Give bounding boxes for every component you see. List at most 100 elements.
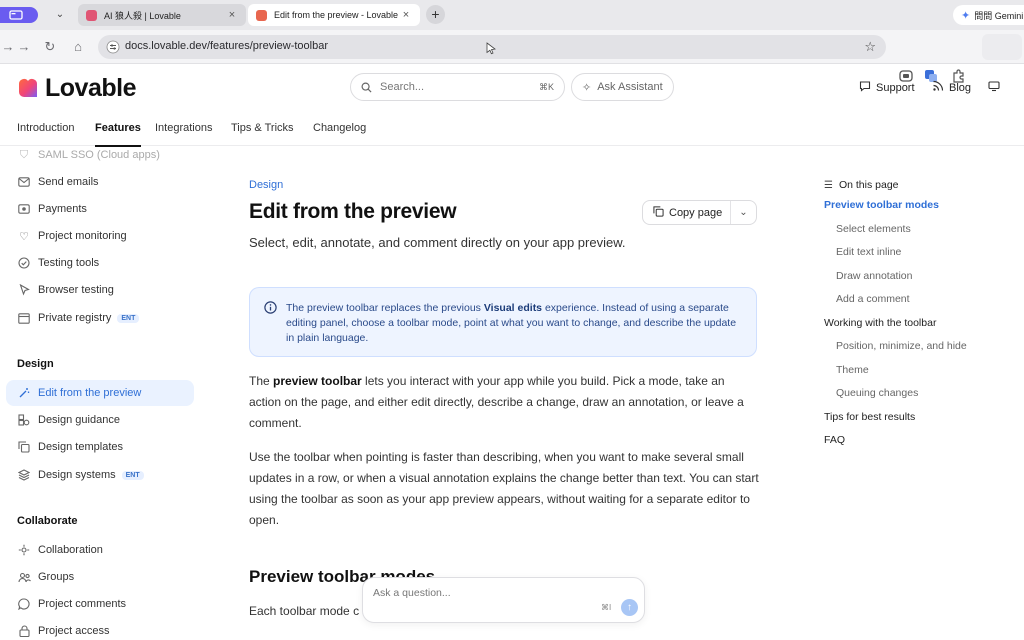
ask-shortcut: ⌘I (601, 603, 612, 612)
intro-paragraph: The preview toolbar lets you interact wi… (249, 371, 759, 434)
reload-icon[interactable]: ↻ (42, 39, 58, 55)
sidebar-item-label: Edit from the preview (38, 387, 142, 399)
gemini-button[interactable]: ✦ 問問 Gemini (953, 5, 1024, 25)
sidebar-item-send-emails[interactable]: Send emails (17, 173, 99, 191)
ask-assistant-button[interactable]: ✧ Ask Assistant (571, 73, 674, 101)
toc-item-preview-toolbar-modes[interactable]: Preview toolbar modes (824, 199, 939, 211)
sidebar-item-label: Groups (38, 571, 75, 583)
chat-bubble-icon (859, 80, 871, 95)
tab-list-chevron-icon[interactable]: ⌄ (53, 8, 67, 22)
top-nav-tabs: Introduction Features Integrations Tips … (0, 112, 1024, 147)
blog-link[interactable]: Blog (932, 80, 971, 95)
lock-icon (17, 624, 31, 638)
browser-tab-1[interactable]: AI 狼人殺 | Lovable × (78, 4, 246, 26)
sidebar-item-design-templates[interactable]: Design templates (17, 438, 123, 456)
close-tab-icon[interactable]: × (226, 9, 238, 21)
toc-item-draw-annotation[interactable]: Draw annotation (836, 270, 912, 282)
sidebar-item-label: Design systems (38, 469, 116, 481)
support-label: Support (876, 81, 915, 94)
sidebar-item-collaboration[interactable]: Collaboration (17, 541, 103, 559)
sidebar-item-testing-tools[interactable]: Testing tools (17, 254, 99, 272)
tab-tips-tricks[interactable]: Tips & Tricks (231, 122, 294, 134)
copy-page-label: Copy page (669, 206, 723, 219)
site-settings-icon[interactable] (106, 40, 120, 54)
search-input[interactable]: Search... ⌘K (350, 73, 565, 101)
ask-question-box[interactable]: Ask a question... ⌘I ↑ (362, 577, 645, 623)
info-icon (264, 301, 277, 314)
sidebar-item-project-monitoring[interactable]: ♡ Project monitoring (17, 227, 127, 245)
groups-icon (17, 570, 31, 584)
mouse-cursor-icon (486, 42, 496, 55)
visual-edits-link[interactable]: Visual edits (484, 302, 542, 314)
sidebar-heading-collaborate: Collaborate (17, 515, 78, 527)
sidebar-item-label: Design templates (38, 441, 123, 453)
toc-item-working-with-toolbar[interactable]: Working with the toolbar (824, 317, 936, 329)
sidebar-item-label: Project comments (38, 598, 127, 610)
send-arrow-icon[interactable]: ↑ (621, 599, 638, 616)
browser-tab-2[interactable]: Edit from the preview - Lovable × (248, 4, 420, 26)
tab-changelog[interactable]: Changelog (313, 122, 366, 134)
sidebar-item-design-systems[interactable]: Design systems ENT (17, 466, 144, 484)
ask-question-input[interactable]: Ask a question... (373, 587, 451, 599)
modes-paragraph: Each toolbar mode c (249, 604, 360, 618)
tab-integrations[interactable]: Integrations (155, 122, 212, 134)
close-tab-icon[interactable]: × (400, 9, 412, 21)
forward-icon[interactable]: → (16, 39, 32, 55)
sidebar-item-browser-testing[interactable]: Browser testing (17, 281, 114, 299)
collaboration-icon (17, 543, 31, 557)
home-icon[interactable]: ⌂ (70, 39, 86, 55)
lovable-favicon-icon (86, 9, 97, 21)
toc-heading: ☰ On this page (824, 179, 899, 191)
tab-introduction[interactable]: Introduction (17, 122, 74, 134)
sidebar-item-groups[interactable]: Groups (17, 568, 74, 586)
copy-icon (17, 440, 31, 454)
toc-item-position-minimize-hide[interactable]: Position, minimize, and hide (836, 340, 967, 352)
toc-item-queuing-changes[interactable]: Queuing changes (836, 387, 918, 399)
browser-toolbar: → → ↻ ⌂ docs.lovable.dev/features/previe… (0, 30, 1024, 83)
tab-title: Edit from the preview - Lovable (274, 10, 399, 20)
ent-badge: ENT (117, 313, 140, 323)
sidebar-item-payments[interactable]: Payments (17, 200, 87, 218)
toc-item-tips[interactable]: Tips for best results (824, 411, 915, 423)
copy-page-dropdown-chevron-icon[interactable]: ⌄ (731, 207, 756, 218)
search-icon (361, 82, 372, 93)
sidebar-item-label: Browser testing (38, 284, 114, 296)
copy-page-button[interactable]: Copy page (643, 201, 731, 224)
paragraph-text: The (249, 374, 274, 388)
blog-label: Blog (949, 81, 972, 94)
monitor-icon (988, 81, 1000, 92)
toc-item-theme[interactable]: Theme (836, 364, 869, 376)
sidebar-item-edit-from-preview[interactable]: Edit from the preview (17, 384, 141, 402)
tab-title: AI 狼人殺 | Lovable (104, 10, 181, 21)
window-icon (9, 10, 23, 20)
sidebar-item-project-comments[interactable]: Project comments (17, 595, 126, 613)
sidebar-item-label: Project monitoring (38, 230, 127, 242)
sparkle-icon: ✧ (582, 81, 592, 94)
tab-group-button[interactable] (0, 7, 38, 23)
comment-icon (17, 597, 31, 611)
sidebar-item-label: SAML SSO (Cloud apps) (38, 149, 160, 161)
lovable-logo[interactable]: Lovable (17, 74, 136, 103)
sidebar-item-saml-sso[interactable]: ⛉ SAML SSO (Cloud apps) (17, 146, 160, 164)
payments-icon (17, 202, 31, 216)
lovable-favicon-icon (256, 9, 267, 21)
profile-avatar[interactable] (982, 34, 1022, 60)
ent-badge: ENT (121, 470, 144, 480)
new-tab-button[interactable]: + (426, 5, 445, 24)
tab-features[interactable]: Features (95, 122, 141, 147)
url-text: docs.lovable.dev/features/preview-toolba… (125, 40, 329, 52)
back-icon[interactable]: → (0, 39, 16, 55)
sidebar-heading-design: Design (17, 358, 54, 370)
sidebar-item-design-guidance[interactable]: Design guidance (17, 411, 120, 429)
sidebar-item-private-registry[interactable]: Private registry ENT (17, 309, 140, 327)
toc-item-add-comment[interactable]: Add a comment (836, 293, 910, 305)
search-placeholder: Search... (380, 81, 425, 93)
toc-item-select-elements[interactable]: Select elements (836, 223, 911, 235)
theme-toggle-button[interactable] (988, 80, 1000, 92)
bookmark-star-icon[interactable]: ☆ (864, 39, 876, 55)
toc-item-edit-text-inline[interactable]: Edit text inline (836, 246, 901, 258)
sidebar-item-project-access[interactable]: Project access (17, 622, 110, 640)
support-link[interactable]: Support (859, 80, 915, 95)
toc-item-faq[interactable]: FAQ (824, 434, 845, 446)
gemini-label: 問問 Gemini (974, 10, 1024, 21)
